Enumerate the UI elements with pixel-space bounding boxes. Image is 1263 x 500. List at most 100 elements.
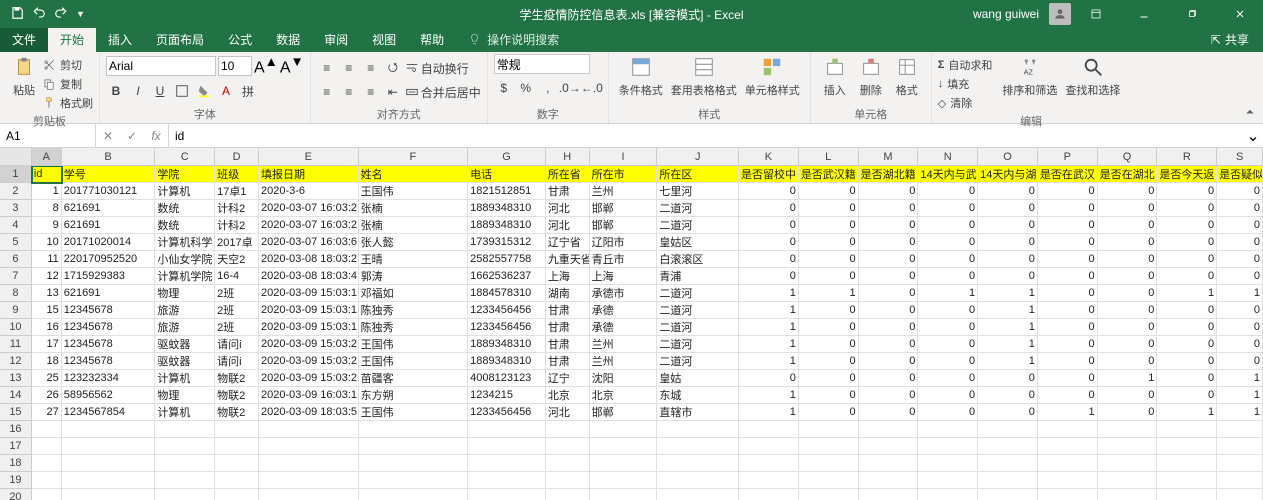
column-header[interactable]: I: [590, 148, 658, 165]
column-header[interactable]: M: [859, 148, 919, 165]
data-cell[interactable]: 0: [918, 234, 978, 251]
tell-me[interactable]: 操作说明搜索: [456, 27, 571, 52]
data-cell[interactable]: 1: [978, 336, 1038, 353]
data-cell[interactable]: 0: [1217, 217, 1263, 234]
data-cell[interactable]: [32, 472, 62, 489]
data-cell[interactable]: 4008123123: [468, 370, 546, 387]
row-header[interactable]: 16: [0, 421, 32, 438]
data-cell[interactable]: [590, 455, 658, 472]
column-header[interactable]: Q: [1098, 148, 1158, 165]
data-cell[interactable]: [259, 489, 359, 500]
data-cell[interactable]: 0: [859, 319, 919, 336]
data-cell[interactable]: [155, 438, 215, 455]
data-cell[interactable]: 12345678: [62, 336, 156, 353]
data-cell[interactable]: 邯郸: [590, 404, 658, 421]
tab-home[interactable]: 开始: [48, 27, 96, 52]
row-header[interactable]: 9: [0, 302, 32, 319]
data-cell[interactable]: 0: [1157, 217, 1217, 234]
data-cell[interactable]: 2020-03-07 16:03:2: [259, 217, 359, 234]
data-cell[interactable]: 二道河: [657, 319, 739, 336]
data-cell[interactable]: 0: [739, 217, 799, 234]
data-cell[interactable]: [590, 472, 658, 489]
data-cell[interactable]: [1217, 455, 1263, 472]
data-cell[interactable]: 0: [1217, 319, 1263, 336]
data-cell[interactable]: [1038, 421, 1098, 438]
data-cell[interactable]: 2020-03-07 16:03:2: [259, 200, 359, 217]
data-cell[interactable]: 1889348310: [468, 217, 546, 234]
data-cell[interactable]: [657, 455, 739, 472]
data-cell[interactable]: 1: [739, 387, 799, 404]
data-cell[interactable]: 0: [918, 336, 978, 353]
data-cell[interactable]: 1: [739, 353, 799, 370]
data-cell[interactable]: 0: [918, 353, 978, 370]
data-cell[interactable]: 河北: [546, 200, 590, 217]
data-cell[interactable]: 陈独秀: [359, 302, 469, 319]
data-cell[interactable]: 0: [1157, 183, 1217, 200]
header-cell[interactable]: 学号: [62, 166, 156, 183]
data-cell[interactable]: 0: [1098, 200, 1158, 217]
data-cell[interactable]: [657, 438, 739, 455]
data-cell[interactable]: 0: [859, 285, 919, 302]
data-cell[interactable]: 0: [1098, 285, 1158, 302]
row-header[interactable]: 2: [0, 183, 32, 200]
data-cell[interactable]: 0: [799, 217, 859, 234]
data-cell[interactable]: 2班: [215, 302, 259, 319]
data-cell[interactable]: 0: [1157, 370, 1217, 387]
data-cell[interactable]: 2020-03-09 15:03:2: [259, 353, 359, 370]
name-box-input[interactable]: [6, 129, 89, 143]
column-header[interactable]: H: [546, 148, 590, 165]
data-cell[interactable]: [546, 472, 590, 489]
data-cell[interactable]: [918, 438, 978, 455]
data-cell[interactable]: 物理: [155, 285, 215, 302]
data-cell[interactable]: [918, 421, 978, 438]
data-cell[interactable]: [359, 472, 469, 489]
data-cell[interactable]: 计算机: [155, 183, 215, 200]
data-cell[interactable]: 0: [799, 319, 859, 336]
data-cell[interactable]: [739, 472, 799, 489]
data-cell[interactable]: 青丘市: [590, 251, 658, 268]
data-cell[interactable]: 0: [739, 268, 799, 285]
data-cell[interactable]: 0: [859, 370, 919, 387]
align-right-icon[interactable]: ≡: [361, 82, 381, 102]
data-cell[interactable]: 九重天省: [546, 251, 590, 268]
fill-color-button[interactable]: [194, 81, 214, 101]
data-cell[interactable]: 0: [918, 200, 978, 217]
data-cell[interactable]: 七里河: [657, 183, 739, 200]
data-cell[interactable]: 邓福如: [359, 285, 469, 302]
row-header[interactable]: 4: [0, 217, 32, 234]
data-cell[interactable]: 青浦: [657, 268, 739, 285]
data-cell[interactable]: 二道河: [657, 336, 739, 353]
data-cell[interactable]: 1889348310: [468, 353, 546, 370]
data-cell[interactable]: [155, 489, 215, 500]
data-cell[interactable]: [1098, 438, 1158, 455]
header-cell[interactable]: 是否湖北籍: [859, 166, 919, 183]
data-cell[interactable]: 数统: [155, 200, 215, 217]
data-cell[interactable]: 13: [32, 285, 62, 302]
currency-icon[interactable]: $: [494, 78, 514, 98]
data-cell[interactable]: 1: [1217, 370, 1263, 387]
data-cell[interactable]: 0: [1098, 251, 1158, 268]
data-cell[interactable]: 0: [1098, 268, 1158, 285]
data-cell[interactable]: 计算机: [155, 404, 215, 421]
data-cell[interactable]: 0: [918, 387, 978, 404]
orientation-icon[interactable]: ⭯: [383, 58, 403, 78]
data-cell[interactable]: [859, 489, 919, 500]
data-cell[interactable]: [259, 472, 359, 489]
data-cell[interactable]: 兰州: [590, 183, 658, 200]
data-cell[interactable]: 0: [1038, 336, 1098, 353]
data-cell[interactable]: [859, 472, 919, 489]
data-cell[interactable]: 1739315312: [468, 234, 546, 251]
row-header[interactable]: 14: [0, 387, 32, 404]
insert-cells-button[interactable]: 插入: [817, 54, 853, 98]
data-cell[interactable]: 0: [859, 353, 919, 370]
data-cell[interactable]: [978, 489, 1038, 500]
data-cell[interactable]: [859, 421, 919, 438]
column-header[interactable]: D: [215, 148, 259, 165]
tab-layout[interactable]: 页面布局: [144, 27, 216, 52]
data-cell[interactable]: 1889348310: [468, 336, 546, 353]
percent-icon[interactable]: %: [516, 78, 536, 98]
data-cell[interactable]: 辽宁: [546, 370, 590, 387]
data-cell[interactable]: [468, 489, 546, 500]
data-cell[interactable]: 1: [1157, 404, 1217, 421]
data-cell[interactable]: 0: [1217, 336, 1263, 353]
